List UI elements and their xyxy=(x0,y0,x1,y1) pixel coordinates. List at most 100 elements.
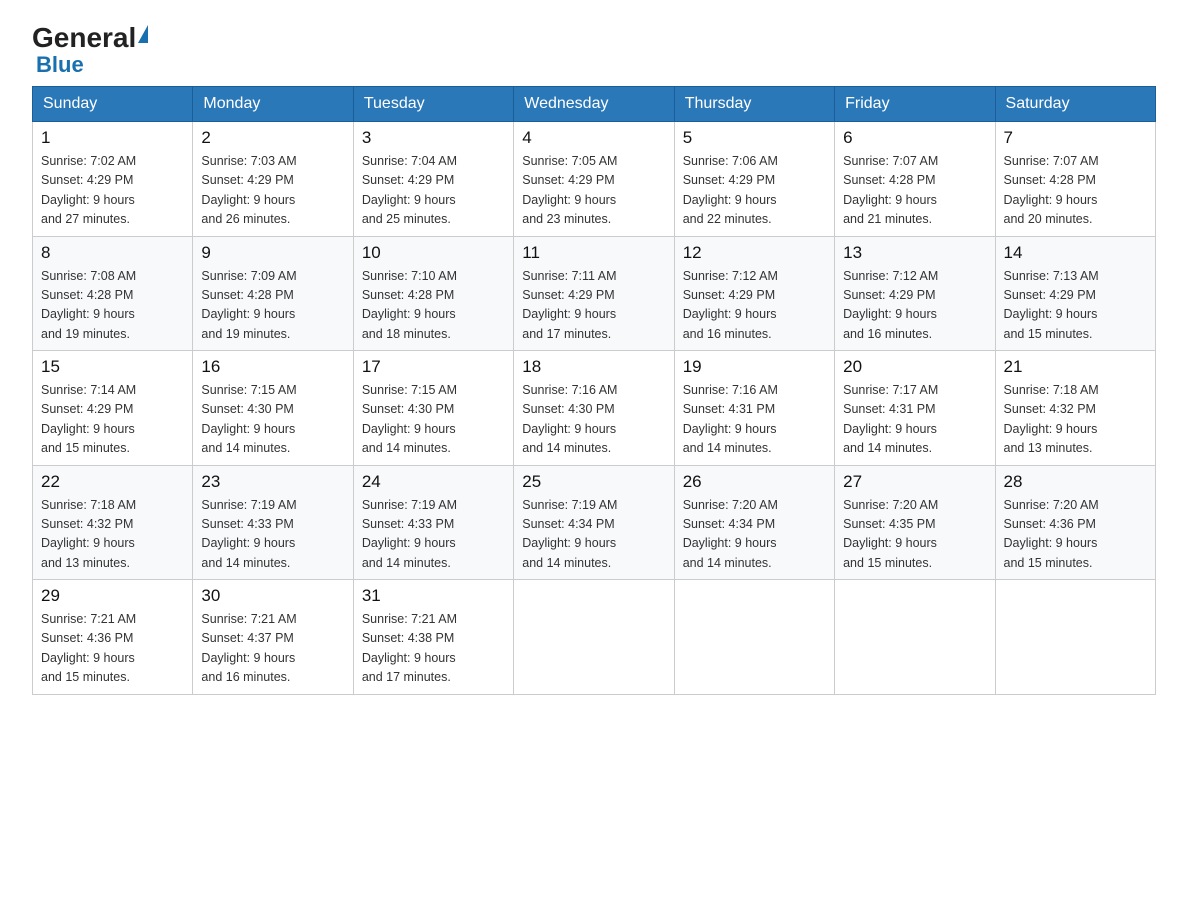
day-info: Sunrise: 7:19 AMSunset: 4:34 PMDaylight:… xyxy=(522,496,665,574)
calendar-day-cell: 1 Sunrise: 7:02 AMSunset: 4:29 PMDaylight… xyxy=(33,122,193,237)
day-number: 15 xyxy=(41,357,184,377)
day-info: Sunrise: 7:07 AMSunset: 4:28 PMDaylight:… xyxy=(843,152,986,230)
day-info: Sunrise: 7:21 AMSunset: 4:37 PMDaylight:… xyxy=(201,610,344,688)
calendar-day-cell: 20 Sunrise: 7:17 AMSunset: 4:31 PMDayligh… xyxy=(835,351,995,466)
day-number: 23 xyxy=(201,472,344,492)
day-info: Sunrise: 7:20 AMSunset: 4:36 PMDaylight:… xyxy=(1004,496,1147,574)
day-number: 10 xyxy=(362,243,505,263)
calendar-day-cell: 28 Sunrise: 7:20 AMSunset: 4:36 PMDayligh… xyxy=(995,465,1155,580)
calendar-day-cell xyxy=(835,580,995,695)
calendar-day-cell: 17 Sunrise: 7:15 AMSunset: 4:30 PMDayligh… xyxy=(353,351,513,466)
day-info: Sunrise: 7:20 AMSunset: 4:35 PMDaylight:… xyxy=(843,496,986,574)
day-info: Sunrise: 7:09 AMSunset: 4:28 PMDaylight:… xyxy=(201,267,344,345)
logo-blue: Blue xyxy=(32,54,148,76)
day-number: 24 xyxy=(362,472,505,492)
calendar-day-cell: 14 Sunrise: 7:13 AMSunset: 4:29 PMDayligh… xyxy=(995,236,1155,351)
day-number: 12 xyxy=(683,243,826,263)
calendar-week-row: 15 Sunrise: 7:14 AMSunset: 4:29 PMDayligh… xyxy=(33,351,1156,466)
day-info: Sunrise: 7:08 AMSunset: 4:28 PMDaylight:… xyxy=(41,267,184,345)
day-info: Sunrise: 7:12 AMSunset: 4:29 PMDaylight:… xyxy=(683,267,826,345)
day-number: 8 xyxy=(41,243,184,263)
day-number: 18 xyxy=(522,357,665,377)
calendar-day-cell: 27Sunrise: 7:20 AMSunset: 4:35 PMDayligh… xyxy=(835,465,995,580)
calendar-week-row: 29Sunrise: 7:21 AMSunset: 4:36 PMDayligh… xyxy=(33,580,1156,695)
calendar-week-row: 22 Sunrise: 7:18 AMSunset: 4:32 PMDayligh… xyxy=(33,465,1156,580)
day-number: 3 xyxy=(362,128,505,148)
day-number: 13 xyxy=(843,243,986,263)
day-number: 26 xyxy=(683,472,826,492)
calendar-table: SundayMondayTuesdayWednesdayThursdayFrid… xyxy=(32,86,1156,695)
day-number: 14 xyxy=(1004,243,1147,263)
weekday-header-monday: Monday xyxy=(193,87,353,122)
calendar-day-cell: 9 Sunrise: 7:09 AMSunset: 4:28 PMDaylight… xyxy=(193,236,353,351)
day-info: Sunrise: 7:19 AMSunset: 4:33 PMDaylight:… xyxy=(201,496,344,574)
day-number: 31 xyxy=(362,586,505,606)
calendar-day-cell: 15 Sunrise: 7:14 AMSunset: 4:29 PMDayligh… xyxy=(33,351,193,466)
weekday-header-wednesday: Wednesday xyxy=(514,87,674,122)
day-info: Sunrise: 7:05 AMSunset: 4:29 PMDaylight:… xyxy=(522,152,665,230)
calendar-day-cell: 12 Sunrise: 7:12 AMSunset: 4:29 PMDayligh… xyxy=(674,236,834,351)
day-number: 28 xyxy=(1004,472,1147,492)
day-info: Sunrise: 7:14 AMSunset: 4:29 PMDaylight:… xyxy=(41,381,184,459)
logo-arrow-icon xyxy=(138,25,148,43)
calendar-day-cell xyxy=(514,580,674,695)
day-info: Sunrise: 7:20 AMSunset: 4:34 PMDaylight:… xyxy=(683,496,826,574)
day-number: 5 xyxy=(683,128,826,148)
calendar-day-cell: 25 Sunrise: 7:19 AMSunset: 4:34 PMDayligh… xyxy=(514,465,674,580)
day-number: 1 xyxy=(41,128,184,148)
calendar-day-cell: 26 Sunrise: 7:20 AMSunset: 4:34 PMDayligh… xyxy=(674,465,834,580)
day-number: 2 xyxy=(201,128,344,148)
day-info: Sunrise: 7:18 AMSunset: 4:32 PMDaylight:… xyxy=(1004,381,1147,459)
day-number: 22 xyxy=(41,472,184,492)
calendar-day-cell: 18 Sunrise: 7:16 AMSunset: 4:30 PMDayligh… xyxy=(514,351,674,466)
day-number: 19 xyxy=(683,357,826,377)
day-number: 25 xyxy=(522,472,665,492)
weekday-header-friday: Friday xyxy=(835,87,995,122)
calendar-week-row: 1 Sunrise: 7:02 AMSunset: 4:29 PMDaylight… xyxy=(33,122,1156,237)
day-info: Sunrise: 7:12 AMSunset: 4:29 PMDaylight:… xyxy=(843,267,986,345)
day-number: 11 xyxy=(522,243,665,263)
calendar-day-cell: 13 Sunrise: 7:12 AMSunset: 4:29 PMDayligh… xyxy=(835,236,995,351)
calendar-day-cell: 16Sunrise: 7:15 AMSunset: 4:30 PMDayligh… xyxy=(193,351,353,466)
calendar-day-cell: 11 Sunrise: 7:11 AMSunset: 4:29 PMDayligh… xyxy=(514,236,674,351)
calendar-day-cell: 24Sunrise: 7:19 AMSunset: 4:33 PMDayligh… xyxy=(353,465,513,580)
calendar-day-cell xyxy=(674,580,834,695)
weekday-header-saturday: Saturday xyxy=(995,87,1155,122)
calendar-day-cell xyxy=(995,580,1155,695)
day-number: 9 xyxy=(201,243,344,263)
calendar-day-cell: 22 Sunrise: 7:18 AMSunset: 4:32 PMDayligh… xyxy=(33,465,193,580)
day-info: Sunrise: 7:17 AMSunset: 4:31 PMDaylight:… xyxy=(843,381,986,459)
day-info: Sunrise: 7:16 AMSunset: 4:30 PMDaylight:… xyxy=(522,381,665,459)
day-number: 6 xyxy=(843,128,986,148)
day-info: Sunrise: 7:15 AMSunset: 4:30 PMDaylight:… xyxy=(362,381,505,459)
calendar-day-cell: 5Sunrise: 7:06 AMSunset: 4:29 PMDaylight… xyxy=(674,122,834,237)
day-info: Sunrise: 7:11 AMSunset: 4:29 PMDaylight:… xyxy=(522,267,665,345)
calendar-day-cell: 31Sunrise: 7:21 AMSunset: 4:38 PMDayligh… xyxy=(353,580,513,695)
calendar-day-cell: 3 Sunrise: 7:04 AMSunset: 4:29 PMDaylight… xyxy=(353,122,513,237)
day-info: Sunrise: 7:15 AMSunset: 4:30 PMDaylight:… xyxy=(201,381,344,459)
calendar-day-cell: 6 Sunrise: 7:07 AMSunset: 4:28 PMDaylight… xyxy=(835,122,995,237)
day-info: Sunrise: 7:07 AMSunset: 4:28 PMDaylight:… xyxy=(1004,152,1147,230)
weekday-header-thursday: Thursday xyxy=(674,87,834,122)
day-info: Sunrise: 7:18 AMSunset: 4:32 PMDaylight:… xyxy=(41,496,184,574)
weekday-header-sunday: Sunday xyxy=(33,87,193,122)
day-info: Sunrise: 7:02 AMSunset: 4:29 PMDaylight:… xyxy=(41,152,184,230)
calendar-header-row: SundayMondayTuesdayWednesdayThursdayFrid… xyxy=(33,87,1156,122)
day-info: Sunrise: 7:21 AMSunset: 4:36 PMDaylight:… xyxy=(41,610,184,688)
day-number: 20 xyxy=(843,357,986,377)
calendar-day-cell: 23 Sunrise: 7:19 AMSunset: 4:33 PMDayligh… xyxy=(193,465,353,580)
day-info: Sunrise: 7:10 AMSunset: 4:28 PMDaylight:… xyxy=(362,267,505,345)
calendar-day-cell: 19 Sunrise: 7:16 AMSunset: 4:31 PMDayligh… xyxy=(674,351,834,466)
day-number: 17 xyxy=(362,357,505,377)
day-info: Sunrise: 7:16 AMSunset: 4:31 PMDaylight:… xyxy=(683,381,826,459)
day-info: Sunrise: 7:04 AMSunset: 4:29 PMDaylight:… xyxy=(362,152,505,230)
calendar-day-cell: 8 Sunrise: 7:08 AMSunset: 4:28 PMDaylight… xyxy=(33,236,193,351)
weekday-header-tuesday: Tuesday xyxy=(353,87,513,122)
calendar-week-row: 8 Sunrise: 7:08 AMSunset: 4:28 PMDaylight… xyxy=(33,236,1156,351)
calendar-day-cell: 2Sunrise: 7:03 AMSunset: 4:29 PMDaylight… xyxy=(193,122,353,237)
calendar-day-cell: 21Sunrise: 7:18 AMSunset: 4:32 PMDayligh… xyxy=(995,351,1155,466)
day-info: Sunrise: 7:13 AMSunset: 4:29 PMDaylight:… xyxy=(1004,267,1147,345)
calendar-day-cell: 7Sunrise: 7:07 AMSunset: 4:28 PMDaylight… xyxy=(995,122,1155,237)
day-number: 30 xyxy=(201,586,344,606)
calendar-day-cell: 29Sunrise: 7:21 AMSunset: 4:36 PMDayligh… xyxy=(33,580,193,695)
